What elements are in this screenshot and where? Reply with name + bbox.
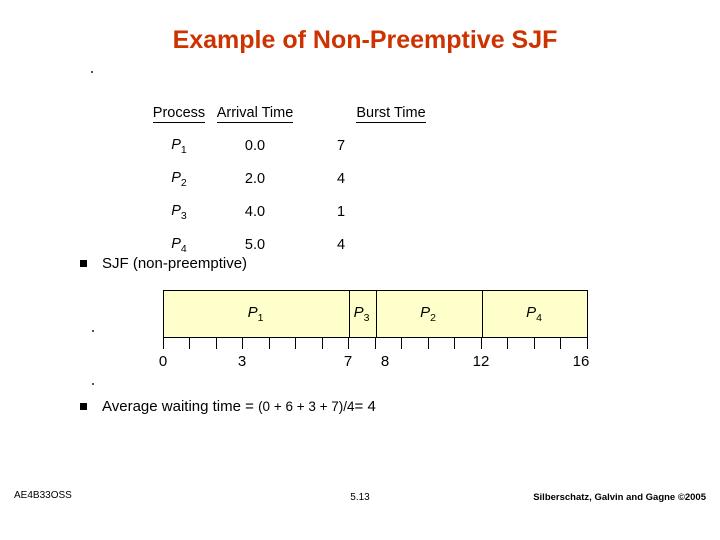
tick-mark [454, 338, 455, 349]
axis-label-0: 0 [158, 353, 168, 370]
bullet-average-waiting-time: Average waiting time = (0 + 6 + 3 + 7)/4… [80, 398, 580, 418]
tick-mark [401, 338, 402, 349]
cell-burst: 7 [337, 138, 346, 155]
cell-spacer [295, 163, 331, 196]
tick-mark [216, 338, 217, 349]
cell-process: P2 [171, 169, 187, 189]
tick-mark [269, 338, 270, 349]
tick-mark [481, 338, 482, 349]
gantt-block-label: P4 [526, 304, 542, 324]
tick-mark [322, 338, 323, 349]
header-arrival-time: Arrival Time [216, 105, 294, 123]
tick-mark [560, 338, 561, 349]
tick-mark [163, 338, 164, 349]
tick-mark [534, 338, 535, 349]
average-waiting-time-text: Average waiting time = (0 + 6 + 3 + 7)/4… [102, 398, 376, 415]
bullet-square-icon [80, 403, 87, 410]
cell-arrival: 4.0 [244, 204, 266, 221]
cell-spacer [295, 130, 331, 163]
decor-dot-1 [91, 71, 93, 73]
decor-dot-2 [92, 330, 94, 332]
page-title: Example of Non-Preemptive SJF [172, 26, 558, 54]
tick-mark [348, 338, 349, 349]
header-spacer [295, 105, 331, 130]
gantt-axis-ticks [163, 338, 588, 352]
tick-mark [295, 338, 296, 349]
cell-burst: 4 [337, 171, 346, 188]
tick-mark [242, 338, 243, 349]
gantt-block-label: P2 [420, 304, 436, 324]
tick-mark [507, 338, 508, 349]
header-process: Process [152, 105, 206, 123]
gantt-block-label: P3 [353, 304, 370, 324]
table-row: P3 4.0 1 [143, 196, 451, 229]
cell-arrival: 0.0 [244, 138, 266, 155]
tick-mark [587, 338, 588, 349]
avg-suffix: = 4 [354, 398, 376, 415]
cell-process: P3 [171, 202, 187, 222]
axis-label-7: 7 [343, 353, 353, 370]
tick-mark [428, 338, 429, 349]
bullet-sjf: SJF (non-preemptive) [80, 255, 480, 275]
slide: Example of Non-Preemptive SJF Process Ar… [0, 0, 720, 540]
avg-expression: (0 + 6 + 3 + 7)/4 [258, 399, 355, 414]
cell-process: P1 [171, 137, 187, 156]
table-header-row: Process Arrival Time Burst Time [143, 105, 451, 130]
cell-arrival: 2.0 [244, 171, 266, 188]
gantt-block-label: P1 [247, 304, 264, 324]
cell-burst: 1 [337, 204, 346, 221]
tick-mark [189, 338, 190, 349]
footer-copyright: Silberschatz, Galvin and Gagne ©2005 [533, 492, 706, 503]
bullet-square-icon [80, 260, 87, 267]
avg-prefix: Average waiting time = [102, 398, 259, 415]
axis-label-8: 8 [380, 353, 390, 370]
decor-dot-3 [92, 383, 94, 385]
axis-label-16: 16 [572, 353, 590, 370]
axis-label-3: 3 [237, 353, 247, 370]
tick-mark [375, 338, 376, 349]
table-row: P1 0.0 7 [143, 130, 451, 163]
header-burst-time: Burst Time [356, 105, 426, 123]
table-row: P2 2.0 4 [143, 163, 451, 196]
process-table: Process Arrival Time Burst Time P1 0.0 7… [143, 105, 451, 262]
cell-spacer [295, 196, 331, 229]
axis-label-12: 12 [472, 353, 490, 370]
bullet-sjf-label: SJF (non-preemptive) [102, 255, 248, 272]
